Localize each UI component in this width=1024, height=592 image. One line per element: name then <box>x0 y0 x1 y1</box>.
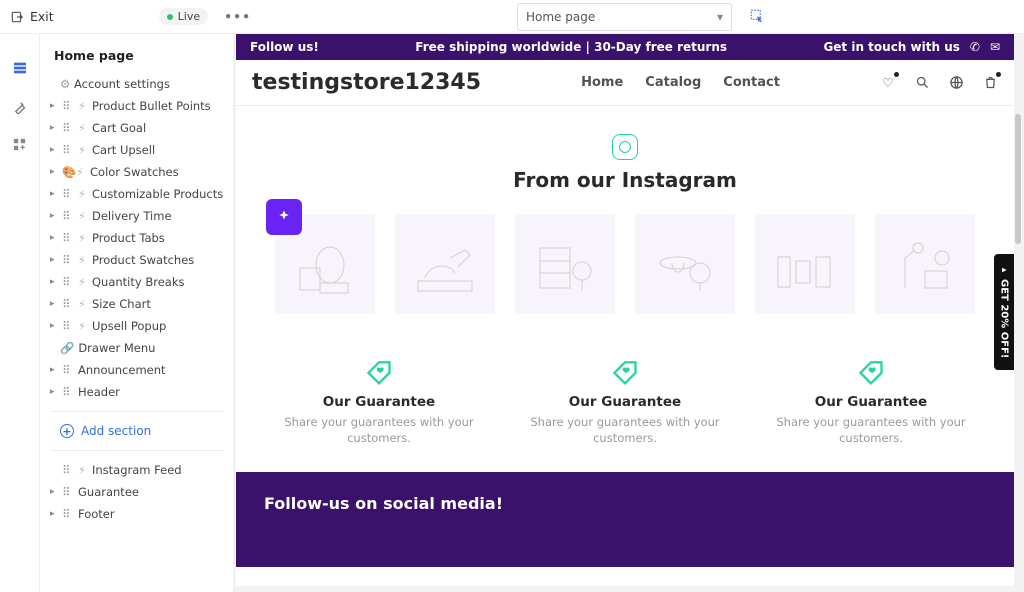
sidebar-item-product-tabs[interactable]: ▸⠿⚡Product Tabs <box>50 227 225 249</box>
rail-theme-icon[interactable] <box>10 96 30 116</box>
left-icon-rail <box>0 34 40 592</box>
live-label: Live <box>178 10 200 23</box>
exit-icon <box>10 10 24 24</box>
tag-heart-icon <box>857 360 885 388</box>
instagram-title: From our Instagram <box>266 168 984 192</box>
announce-right: Get in touch with us <box>823 40 959 54</box>
globe-icon[interactable] <box>948 75 964 91</box>
store-header: testingstore12345 Home Catalog Contact ♡ <box>236 60 1014 106</box>
rail-sections-icon[interactable] <box>10 58 30 78</box>
instagram-tile[interactable] <box>635 214 735 314</box>
instagram-tile[interactable] <box>755 214 855 314</box>
follow-banner: Follow-us on social media! <box>236 472 1014 567</box>
sidebar-item-size-chart[interactable]: ▸⠿⚡Size Chart <box>50 293 225 315</box>
palette-icon: 🎨 <box>62 165 72 179</box>
store-brand: testingstore12345 <box>252 70 481 95</box>
cart-icon[interactable] <box>982 75 998 91</box>
announce-center: Free shipping worldwide | 30-Day free re… <box>415 40 727 54</box>
instagram-tile[interactable] <box>395 214 495 314</box>
inspector-toggle-button[interactable] <box>746 5 770 29</box>
page-selector-dropdown[interactable]: Home page ▾ <box>517 3 732 31</box>
tag-heart-icon <box>365 360 393 388</box>
guarantee-card: Our Guarantee Share your guarantees with… <box>510 360 740 446</box>
sidebar-item-customizable-products[interactable]: ▸⠿⚡Customizable Products <box>50 183 225 205</box>
plus-icon: + <box>60 424 74 438</box>
mail-icon[interactable]: ✉ <box>990 40 1000 54</box>
live-status-pill: Live <box>159 8 208 25</box>
main-nav: Home Catalog Contact <box>581 75 780 90</box>
instagram-tile[interactable] <box>515 214 615 314</box>
gear-icon: ⚙ <box>60 77 70 91</box>
exit-label: Exit <box>30 9 54 24</box>
phone-icon[interactable]: ✆ <box>970 40 980 54</box>
instagram-icon <box>612 134 638 160</box>
sidebar-title: Home page <box>50 48 225 63</box>
wishlist-icon[interactable]: ♡ <box>880 75 896 91</box>
sidebar-item-announcement[interactable]: ▸⠿Announcement <box>50 359 225 381</box>
chevron-up-icon: ▴ <box>999 265 1009 275</box>
rail-apps-icon[interactable] <box>10 134 30 154</box>
guarantee-card: Our Guarantee Share your guarantees with… <box>264 360 494 446</box>
link-icon: 🔗 <box>60 341 74 355</box>
announce-left: Follow us! <box>250 40 319 54</box>
sidebar-item-color-swatches[interactable]: ▸🎨⚡Color Swatches <box>50 161 225 183</box>
sidebar-item-cart-upsell[interactable]: ▸⠿⚡Cart Upsell <box>50 139 225 161</box>
sidebar-panel: Home page ⚙ Account settings ▸⠿⚡Product … <box>40 34 234 592</box>
sidebar-item-product-swatches[interactable]: ▸⠿⚡Product Swatches <box>50 249 225 271</box>
sidebar-item-upsell-popup[interactable]: ▸⠿⚡Upsell Popup <box>50 315 225 337</box>
guarantee-card: Our Guarantee Share your guarantees with… <box>756 360 986 446</box>
live-dot-icon <box>167 14 173 20</box>
sidebar-item-header[interactable]: ▸⠿Header <box>50 381 225 403</box>
nav-catalog[interactable]: Catalog <box>645 75 701 90</box>
search-icon[interactable] <box>914 75 930 91</box>
sidebar-item-delivery-time[interactable]: ▸⠿⚡Delivery Time <box>50 205 225 227</box>
guarantee-section: Our Guarantee Share your guarantees with… <box>236 332 1014 472</box>
sidebar-item-footer[interactable]: ▸⠿Footer <box>50 503 225 525</box>
canvas-scrollbar[interactable] <box>1015 76 1021 592</box>
sidebar-item-drawer-menu[interactable]: 🔗Drawer Menu <box>50 337 225 359</box>
sidebar-item-cart-goal[interactable]: ▸⠿⚡Cart Goal <box>50 117 225 139</box>
sidebar-item-instagram-feed[interactable]: ▸⠿⚡Instagram Feed <box>50 459 225 481</box>
sidebar-item-quantity-breaks[interactable]: ▸⠿⚡Quantity Breaks <box>50 271 225 293</box>
page-selector-value: Home page <box>526 10 595 24</box>
nav-contact[interactable]: Contact <box>723 75 780 90</box>
ai-assist-button[interactable] <box>266 199 302 235</box>
discount-side-tab[interactable]: ▴ GET 20% OFF! <box>994 254 1014 370</box>
sidebar-item-product-bullet-points[interactable]: ▸⠿⚡Product Bullet Points <box>50 95 225 117</box>
preview-canvas: Follow us! Free shipping worldwide | 30-… <box>234 34 1024 592</box>
tag-heart-icon <box>611 360 639 388</box>
instagram-tile[interactable] <box>875 214 975 314</box>
sidebar-item-account-settings[interactable]: ⚙ Account settings <box>50 73 225 95</box>
nav-home[interactable]: Home <box>581 75 623 90</box>
chevron-down-icon: ▾ <box>717 10 723 24</box>
preview-page: Follow us! Free shipping worldwide | 30-… <box>236 34 1014 586</box>
scrollbar-thumb[interactable] <box>1015 114 1021 244</box>
instagram-section: From our Instagram <box>236 106 1014 332</box>
more-actions-menu[interactable]: ••• <box>224 9 251 24</box>
add-section-button[interactable]: + Add section <box>50 420 225 442</box>
sidebar-item-guarantee[interactable]: ▸⠿Guarantee <box>50 481 225 503</box>
exit-button[interactable]: Exit <box>10 9 54 24</box>
announcement-bar: Follow us! Free shipping worldwide | 30-… <box>236 34 1014 60</box>
